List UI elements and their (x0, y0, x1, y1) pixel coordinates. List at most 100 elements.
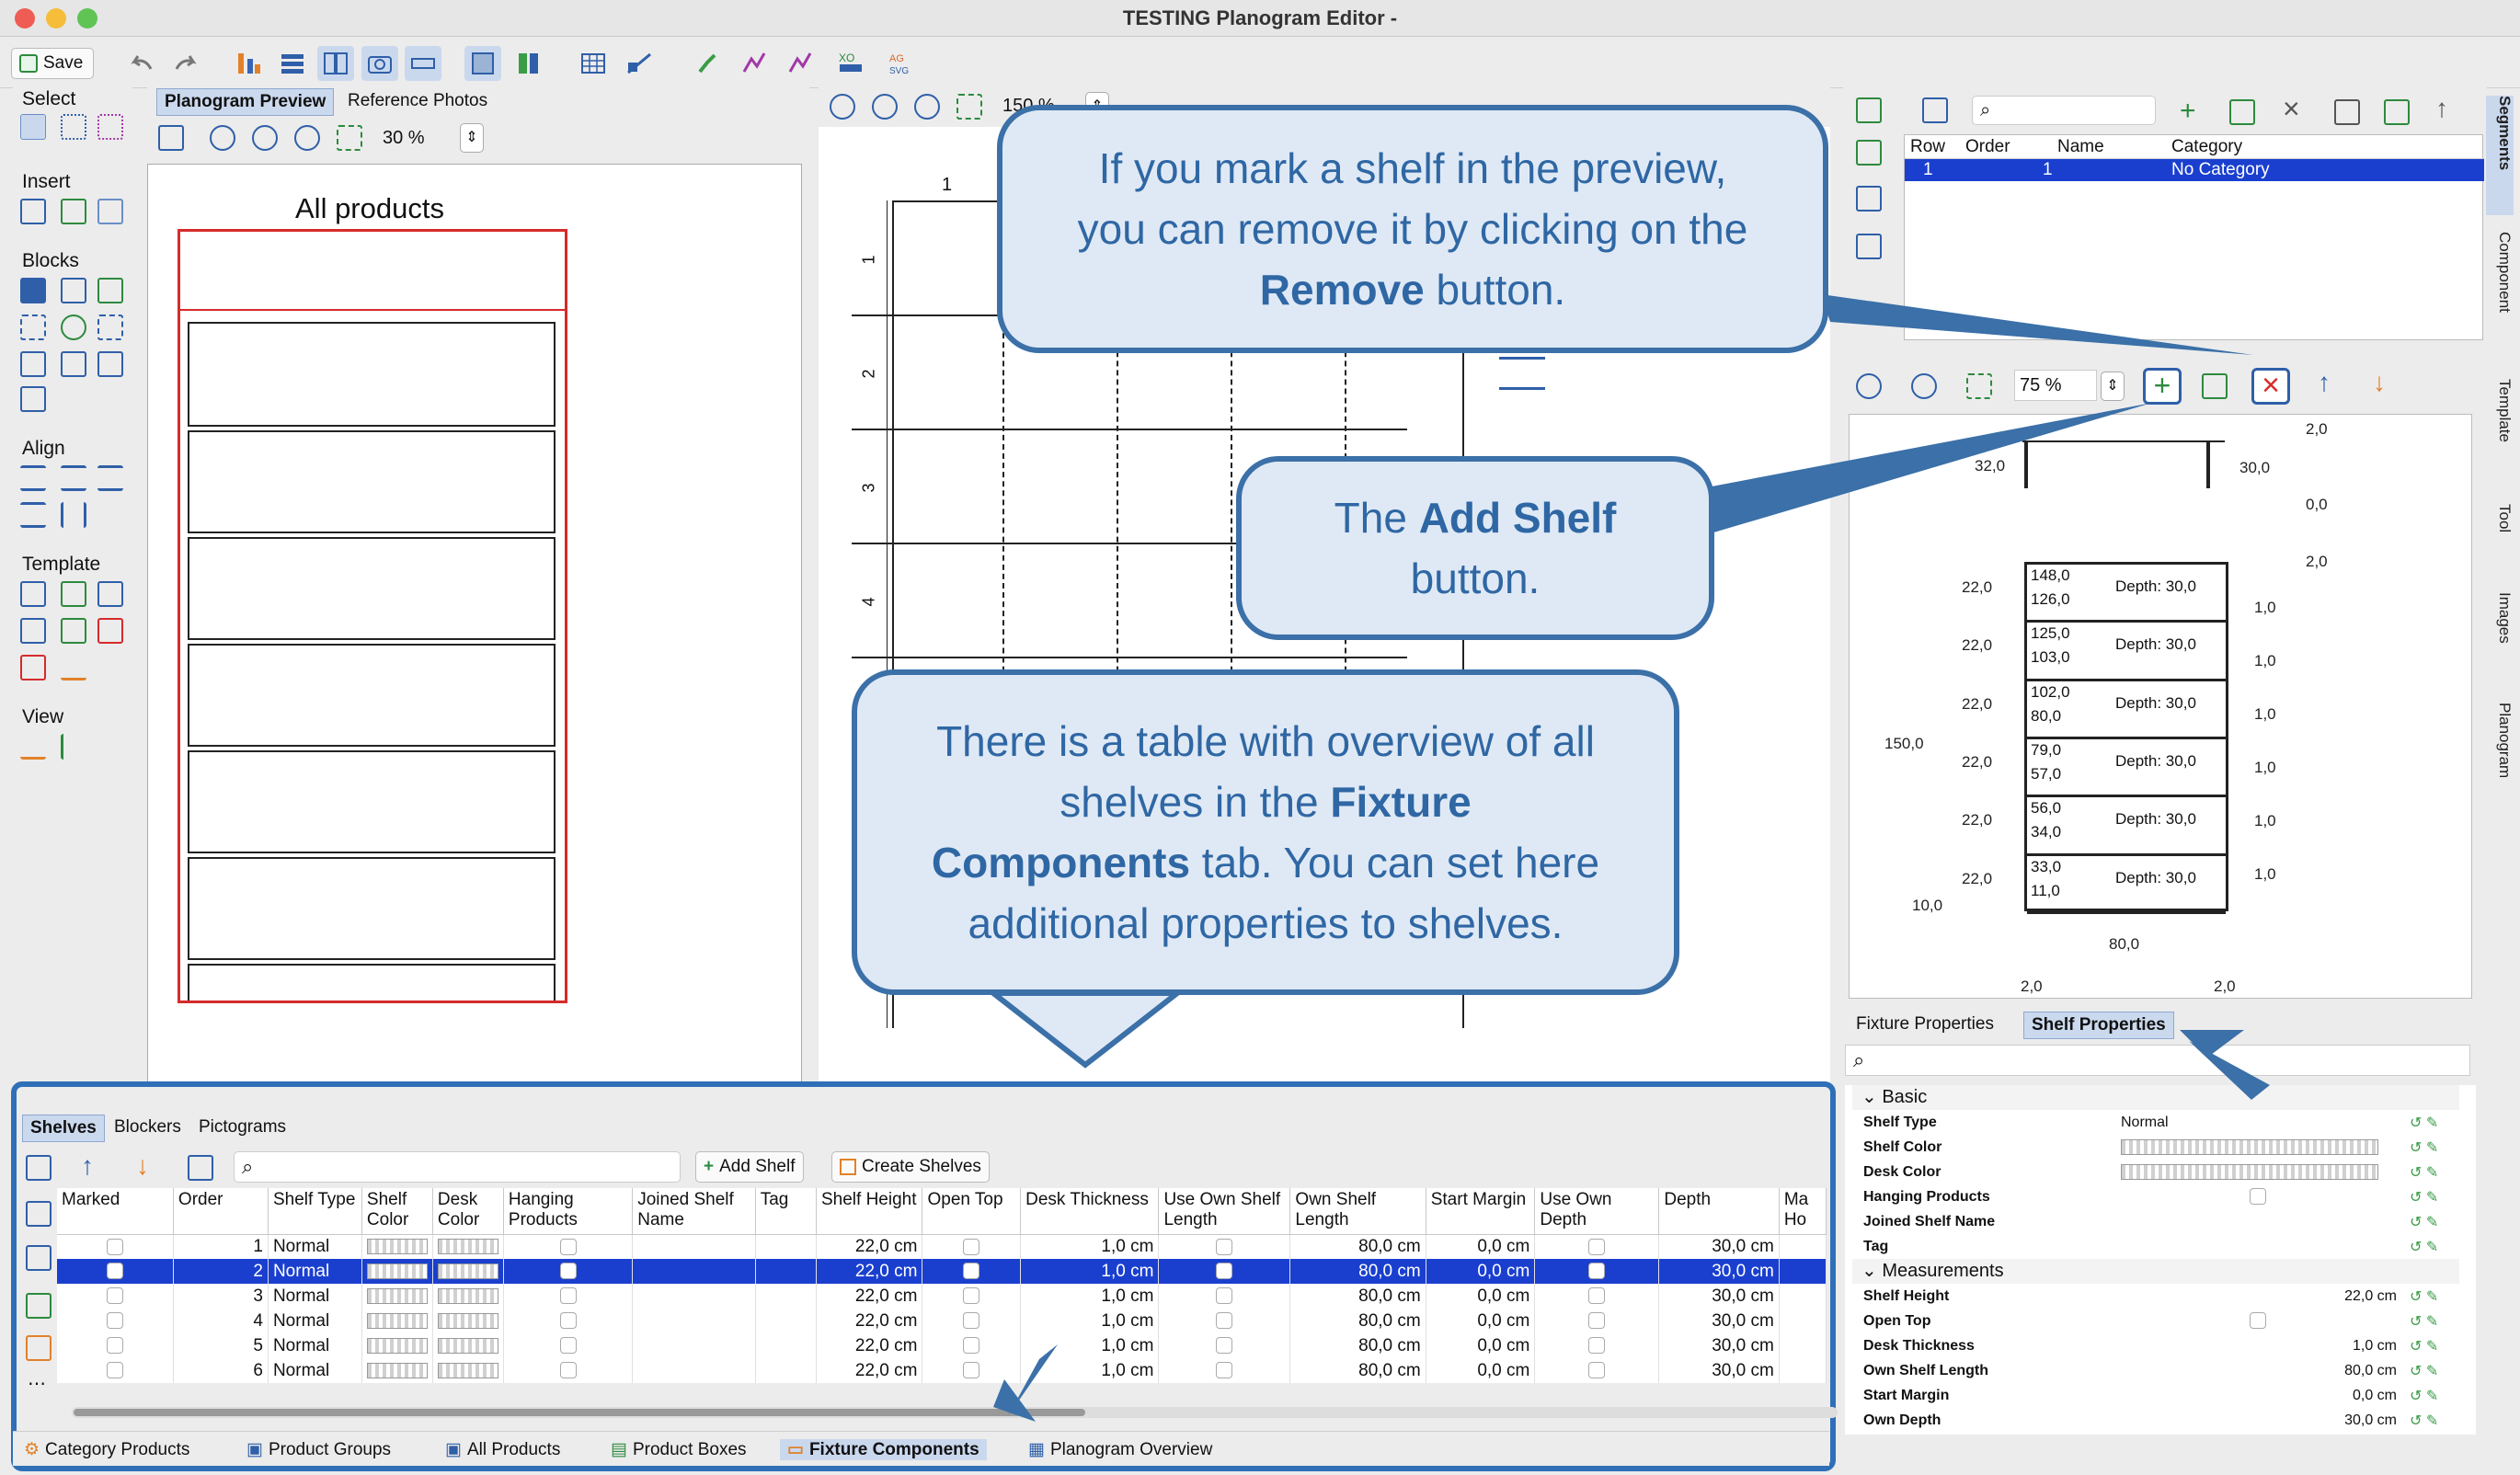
property-value[interactable]: 30,0 cm (2121, 1412, 2397, 1429)
column-header[interactable]: Shelf Type (268, 1188, 362, 1235)
image-edit-icon[interactable] (736, 46, 773, 81)
table-cell[interactable] (1158, 1333, 1291, 1358)
table-cell[interactable] (922, 1333, 1022, 1358)
editor-zoom-out-icon[interactable] (872, 94, 898, 120)
hanging-checkbox[interactable] (559, 1312, 577, 1330)
open-top-checkbox[interactable] (963, 1362, 980, 1379)
hanging-checkbox[interactable] (559, 1362, 577, 1379)
preview-shelf[interactable] (188, 537, 556, 640)
merge-segment-icon[interactable] (2334, 99, 2360, 125)
use-own-length-checkbox[interactable] (1216, 1312, 1233, 1330)
segments-table-icon[interactable] (1922, 97, 1948, 123)
table-cell[interactable]: 0,0 cm (1426, 1309, 1536, 1333)
table-cell[interactable] (755, 1309, 818, 1333)
move-shelf-up-icon[interactable]: ↑ (2318, 368, 2331, 397)
marked-checkbox[interactable] (106, 1337, 123, 1355)
table-cell[interactable] (1158, 1234, 1291, 1259)
create-shelves-button[interactable]: Create Shelves (831, 1151, 990, 1183)
shelf-color-swatch[interactable] (366, 1239, 428, 1255)
template-icon-7[interactable] (20, 655, 46, 680)
table-cell[interactable] (1779, 1284, 1827, 1309)
property-group-header[interactable]: ⌄ Basic (1852, 1085, 2459, 1110)
property-row[interactable]: Own Depth 30,0 cm ↺ ✎ (1863, 1408, 2470, 1433)
template-icon-2[interactable] (61, 581, 86, 607)
color-swatch[interactable] (2121, 1138, 2378, 1155)
column-header[interactable]: Ma Ho (1779, 1188, 1827, 1235)
fixture-icon[interactable] (464, 46, 501, 81)
reset-icon[interactable]: ↺ ✎ (2410, 1287, 2438, 1306)
pin-icon[interactable] (690, 46, 727, 81)
undo-icon[interactable] (123, 46, 160, 81)
zoom-out-icon[interactable] (252, 125, 278, 151)
align-justify-icon[interactable] (20, 502, 46, 528)
hanging-checkbox[interactable] (559, 1287, 577, 1305)
property-row[interactable]: Open Top ↺ ✎ (1863, 1309, 2470, 1333)
block-icon-2[interactable] (61, 278, 86, 303)
tab-blockers[interactable]: Blockers (107, 1115, 189, 1140)
table-cell[interactable]: 2 (173, 1259, 269, 1284)
marked-checkbox[interactable] (106, 1238, 123, 1255)
column-header[interactable]: Order (173, 1188, 269, 1235)
block-icon-10[interactable] (20, 386, 46, 412)
preview-zoom-value[interactable]: 30 % (383, 123, 447, 153)
table-cell[interactable]: 0,0 cm (1426, 1234, 1536, 1259)
property-row[interactable]: Hanging Products ↺ ✎ (1863, 1184, 2470, 1209)
open-top-checkbox[interactable] (963, 1337, 980, 1355)
xo-import-icon[interactable] (26, 1335, 52, 1361)
block-icon-6[interactable] (97, 314, 123, 340)
table-cell[interactable]: 3 (173, 1284, 269, 1309)
xo-export-icon[interactable] (1856, 97, 1882, 123)
marked-checkbox[interactable] (106, 1263, 123, 1280)
desk-color-swatch[interactable] (437, 1287, 498, 1304)
property-row[interactable]: Joined Shelf Name ↺ ✎ (1863, 1209, 2470, 1234)
use-own-length-checkbox[interactable] (1216, 1362, 1233, 1379)
column-header[interactable]: Use Own Shelf Length (1158, 1188, 1291, 1235)
vtab-tool[interactable]: Tool (2486, 504, 2514, 577)
table-cell[interactable] (1534, 1259, 1660, 1284)
use-own-length-checkbox[interactable] (1216, 1263, 1233, 1280)
xo-import-icon[interactable] (1856, 140, 1882, 166)
reset-icon[interactable]: ↺ ✎ (2410, 1312, 2438, 1331)
table-cell[interactable] (922, 1234, 1022, 1259)
block-icon-1[interactable] (20, 278, 46, 303)
template-icon-3[interactable] (97, 581, 123, 607)
vtab-planogram[interactable]: Planogram (2486, 703, 2514, 840)
fixture-shelf[interactable]: 125,0 103,0 Depth: 30,0 (2027, 623, 2226, 681)
open-top-checkbox[interactable] (963, 1263, 980, 1280)
columns-icon[interactable] (510, 46, 547, 81)
vtab-template[interactable]: Template (2486, 379, 2514, 489)
template-icon-5[interactable] (61, 618, 86, 644)
properties-search-input[interactable]: ⌕ (1845, 1045, 2470, 1076)
property-group-header[interactable]: ⌄ Measurements (1852, 1259, 2459, 1284)
table-cell[interactable] (632, 1259, 756, 1284)
table-cell[interactable]: 30,0 cm (1658, 1333, 1780, 1358)
table-cell[interactable]: 0,0 cm (1426, 1259, 1536, 1284)
table-cell[interactable]: 4 (173, 1309, 269, 1333)
table-cell[interactable] (922, 1358, 1022, 1383)
select-group-icon[interactable] (97, 114, 123, 140)
table-cell[interactable] (432, 1333, 504, 1358)
use-own-depth-checkbox[interactable] (1588, 1362, 1606, 1379)
table-cell[interactable] (57, 1309, 174, 1333)
table-cell[interactable] (361, 1333, 433, 1358)
property-value[interactable] (2121, 1312, 2397, 1330)
table-cell[interactable]: 1,0 cm (1020, 1309, 1160, 1333)
use-own-length-checkbox[interactable] (1216, 1238, 1233, 1255)
zoom-fit-icon[interactable] (337, 125, 362, 151)
table-cell[interactable] (1779, 1309, 1827, 1333)
preview-zoom-stepper[interactable]: ⇕ (460, 123, 484, 153)
tab-planogram-overview[interactable]: ▦ Planogram Overview (1028, 1439, 1212, 1460)
view-icon-1[interactable] (20, 734, 46, 760)
image-edit2-icon[interactable] (782, 46, 819, 81)
insert-x-icon[interactable] (61, 199, 86, 224)
table-cell[interactable]: 80,0 cm (1289, 1333, 1426, 1358)
zoom-in-icon[interactable] (210, 125, 235, 151)
desk-color-swatch[interactable] (437, 1239, 498, 1255)
delete-segment-icon[interactable]: × (2283, 92, 2300, 126)
table-cell[interactable] (632, 1309, 756, 1333)
table-cell[interactable]: Normal (268, 1333, 362, 1358)
table-cell[interactable]: Normal (268, 1358, 362, 1383)
property-row[interactable]: Tag ↺ ✎ (1863, 1234, 2470, 1259)
align-center-icon[interactable] (61, 465, 86, 491)
column-header[interactable]: Own Shelf Length (1289, 1188, 1426, 1235)
